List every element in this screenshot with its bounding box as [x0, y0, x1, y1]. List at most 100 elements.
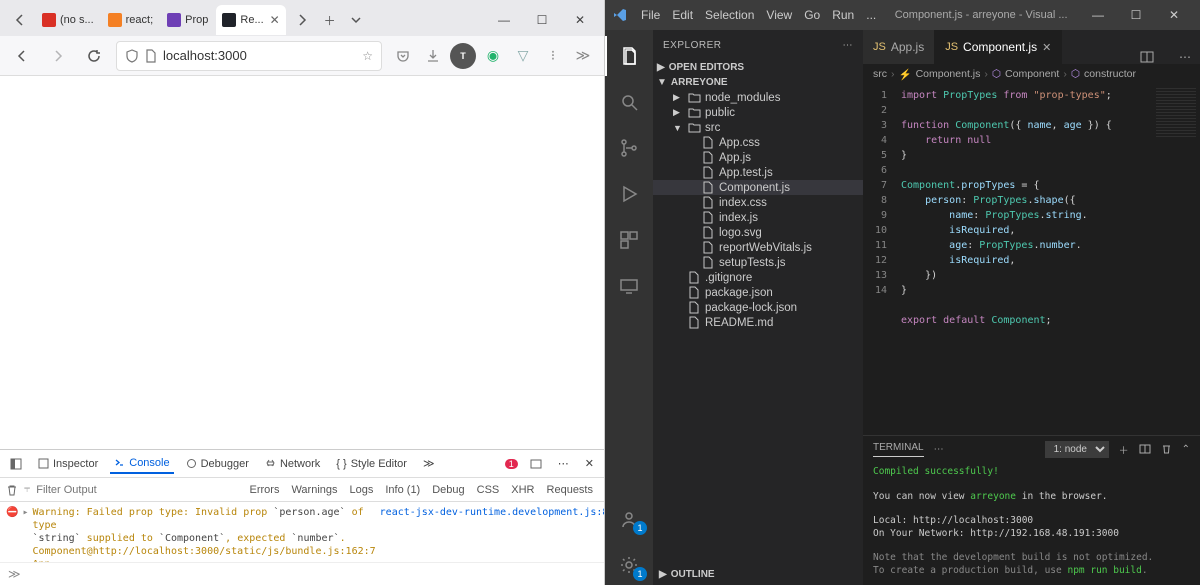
tree-file[interactable]: reportWebVitals.js	[653, 240, 863, 255]
tree-file[interactable]: App.css	[653, 135, 863, 150]
filter-chip[interactable]: XHR	[506, 482, 539, 498]
project-section[interactable]: ▼ARREYONE	[653, 75, 863, 90]
tabnav-back-icon[interactable]	[6, 6, 34, 34]
vscode-maximize-icon[interactable]: ☐	[1118, 8, 1154, 22]
devtools-docking-icon[interactable]	[6, 455, 26, 473]
pocket-icon[interactable]	[390, 43, 416, 69]
error-count-badge[interactable]: 1	[505, 459, 518, 469]
ext-b-icon[interactable]: ◉	[480, 43, 506, 69]
devtools-tab-inspector[interactable]: Inspector	[34, 455, 102, 473]
terminal-new-icon[interactable]: ＋	[1119, 442, 1129, 457]
expand-icon[interactable]: ▸	[22, 506, 28, 562]
tree-file[interactable]: index.css	[653, 195, 863, 210]
devtools-tab-debugger[interactable]: Debugger	[182, 455, 253, 473]
tree-file[interactable]: App.test.js	[653, 165, 863, 180]
tree-file[interactable]: App.js	[653, 150, 863, 165]
terminal-selector[interactable]: 1: node	[1045, 441, 1109, 458]
browser-maximize-icon[interactable]: ☐	[524, 6, 560, 34]
outline-section[interactable]: ▶OUTLINE	[653, 563, 863, 585]
terminal-kill-icon[interactable]	[1161, 444, 1172, 455]
vscode-close-icon[interactable]: ✕	[1156, 8, 1192, 22]
menu-item[interactable]: Run	[826, 8, 860, 22]
tree-file[interactable]: .gitignore	[653, 270, 863, 285]
nav-reload-icon[interactable]	[80, 42, 108, 70]
tab-close-icon[interactable]: ✕	[270, 13, 280, 27]
vscode-minimize-icon[interactable]: —	[1080, 8, 1116, 22]
nav-back-icon[interactable]	[8, 42, 36, 70]
filter-chip[interactable]: Info (1)	[380, 482, 425, 498]
minimap[interactable]	[1150, 84, 1200, 435]
filter-chip[interactable]: Errors	[245, 482, 285, 498]
filter-chip[interactable]: Logs	[345, 482, 379, 498]
filter-chip[interactable]: Debug	[427, 482, 469, 498]
menu-item[interactable]: Go	[798, 8, 826, 22]
search-icon[interactable]	[605, 82, 653, 122]
menu-item[interactable]: Edit	[666, 8, 699, 22]
tree-file[interactable]: setupTests.js	[653, 255, 863, 270]
terminal-output[interactable]: Compiled successfully! You can now view …	[863, 462, 1200, 585]
tab-new-icon[interactable]: ＋	[318, 8, 342, 32]
terminal-split-icon[interactable]	[1139, 443, 1151, 455]
explorer-icon[interactable]	[605, 36, 653, 76]
browser-tab[interactable]: Re...✕	[216, 5, 285, 35]
split-editor-icon[interactable]	[1140, 50, 1170, 64]
tree-file[interactable]: package-lock.json	[653, 300, 863, 315]
tree-folder[interactable]: ▶node_modules	[653, 90, 863, 105]
tab-list-icon[interactable]	[344, 8, 368, 32]
ext-a-icon[interactable]: T	[450, 43, 476, 69]
terminal-close-icon[interactable]: ⌃	[1182, 444, 1190, 455]
browser-close-icon[interactable]: ✕	[562, 6, 598, 34]
tree-file[interactable]: README.md	[653, 315, 863, 330]
browser-tab[interactable]: react;	[102, 5, 160, 35]
menu-item[interactable]: View	[760, 8, 798, 22]
devtools-close-icon[interactable]: ✕	[581, 454, 598, 473]
tree-folder[interactable]: ▶public	[653, 105, 863, 120]
settings-gear-icon[interactable]: 1	[605, 545, 653, 585]
devtools-tab-console[interactable]: Console	[110, 454, 173, 474]
devtools-tab-style[interactable]: { }Style Editor	[332, 455, 411, 473]
accounts-icon[interactable]: 1	[605, 499, 653, 539]
filter-chip[interactable]: Requests	[542, 482, 598, 498]
filter-input[interactable]	[36, 484, 178, 496]
debug-icon[interactable]	[605, 174, 653, 214]
devtools-settings-icon[interactable]	[526, 455, 546, 473]
ext-c-icon[interactable]: ▽	[510, 43, 536, 69]
tree-file[interactable]: index.js	[653, 210, 863, 225]
devtools-tab-more-icon[interactable]: ≫	[419, 454, 439, 473]
browser-tab[interactable]: Prop	[161, 5, 214, 35]
tabnav-fwd-icon[interactable]	[288, 6, 316, 34]
tab-close-icon[interactable]: ✕	[1042, 41, 1051, 54]
tree-file[interactable]: package.json	[653, 285, 863, 300]
tree-folder[interactable]: ▼src	[653, 120, 863, 135]
download-icon[interactable]	[420, 43, 446, 69]
menu-item[interactable]: ...	[860, 8, 882, 22]
breadcrumb[interactable]: src› ⚡Component.js› ⬡Component› ⬡constru…	[863, 64, 1200, 84]
remote-icon[interactable]	[605, 266, 653, 306]
overflow-icon[interactable]: ≫	[570, 43, 596, 69]
tree-file[interactable]: Component.js	[653, 180, 863, 195]
tree-file[interactable]: logo.svg	[653, 225, 863, 240]
extensions-icon[interactable]	[605, 220, 653, 260]
menu-icon[interactable]: ⁝	[540, 43, 566, 69]
filter-chip[interactable]: CSS	[472, 482, 505, 498]
clear-console-icon[interactable]	[6, 484, 18, 496]
menu-item[interactable]: Selection	[699, 8, 760, 22]
browser-minimize-icon[interactable]: —	[486, 6, 522, 34]
menu-item[interactable]: File	[635, 8, 666, 22]
editor-tab[interactable]: JSApp.js	[863, 30, 935, 64]
filter-chip[interactable]: Warnings	[286, 482, 342, 498]
url-field[interactable]: localhost:3000 ☆	[116, 41, 382, 71]
star-icon[interactable]: ☆	[362, 49, 373, 63]
devtools-menu-icon[interactable]: ⋯	[554, 454, 573, 473]
console-prompt[interactable]: ≫	[0, 562, 604, 585]
open-editors-section[interactable]: ▶OPEN EDITORS	[653, 60, 863, 75]
editor-tab[interactable]: JSComponent.js✕	[935, 30, 1062, 64]
devtools-tab-network[interactable]: Network	[261, 455, 324, 473]
explorer-more-icon[interactable]: ⋯	[843, 40, 854, 51]
console-source-link[interactable]: react-jsx-dev-runtime.development.js:8	[380, 506, 604, 562]
code-editor[interactable]: import PropTypes from "prop-types"; func…	[895, 84, 1150, 435]
editor-more-icon[interactable]: ⋯	[1170, 50, 1200, 64]
terminal-more-icon[interactable]: ⋯	[934, 444, 944, 455]
terminal-tab[interactable]: TERMINAL	[873, 442, 924, 457]
scm-icon[interactable]	[605, 128, 653, 168]
